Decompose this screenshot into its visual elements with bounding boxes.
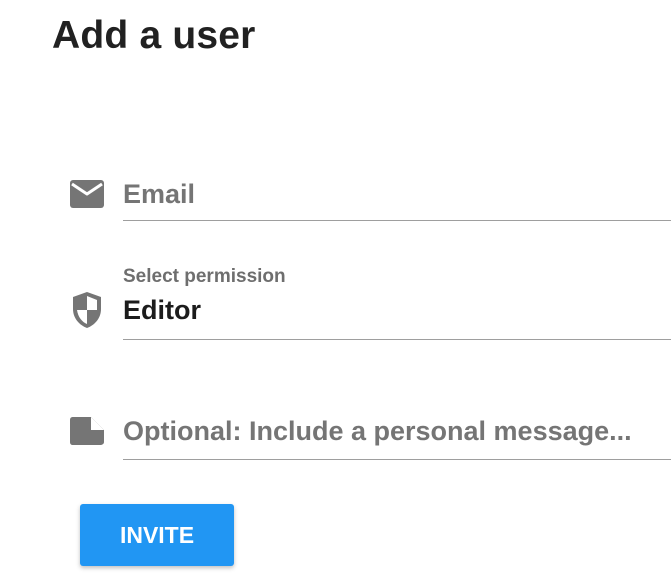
message-field[interactable] <box>123 414 663 448</box>
message-underline <box>123 459 671 460</box>
message-row <box>0 402 671 462</box>
email-field[interactable] <box>123 177 663 211</box>
add-user-page: Add a user Select permission Editor <box>0 0 671 587</box>
message-field-container <box>123 402 671 460</box>
email-field-container <box>123 165 671 222</box>
invite-button[interactable]: INVITE <box>80 504 234 566</box>
permission-select[interactable]: Select permission Editor <box>123 262 671 342</box>
email-row <box>0 165 671 225</box>
shield-icon <box>68 291 106 329</box>
permission-value: Editor <box>123 295 201 325</box>
email-icon <box>68 175 106 213</box>
note-icon <box>68 412 106 450</box>
permission-label: Select permission <box>123 266 286 287</box>
permission-underline <box>123 339 671 340</box>
page-title: Add a user <box>52 14 256 57</box>
email-underline <box>123 220 671 221</box>
permission-row: Select permission Editor <box>0 262 671 342</box>
